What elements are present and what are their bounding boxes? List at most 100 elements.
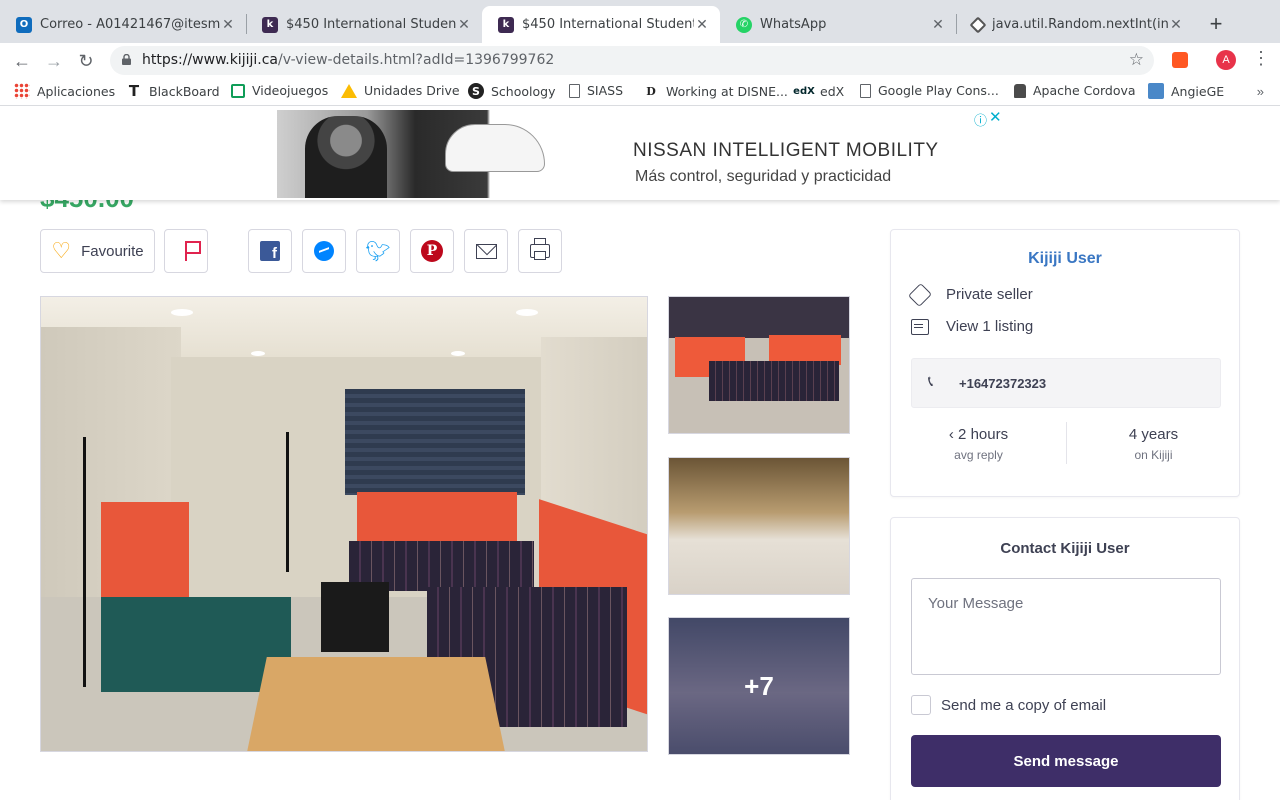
send-copy-checkbox[interactable] <box>911 695 931 715</box>
photo-floor-lamp <box>286 432 289 572</box>
new-tab-button[interactable]: + <box>1204 12 1228 36</box>
close-icon[interactable]: ✕ <box>930 17 946 33</box>
url-text: https://www.kijiji.ca/v-view-details.htm… <box>142 52 554 68</box>
bookmark-siass[interactable]: SIASS <box>569 83 623 98</box>
edx-icon: edX <box>793 85 815 97</box>
thumbnail-3[interactable]: +7 <box>668 617 850 755</box>
bookmark-videojuegos[interactable]: Videojuegos <box>231 83 328 98</box>
thumbnail-1[interactable] <box>668 296 850 434</box>
view-listings-link[interactable]: View 1 listing <box>911 318 1033 335</box>
bookmark-apps[interactable]: Aplicaciones <box>14 83 115 99</box>
photo-ceiling-light <box>251 351 265 356</box>
tab-title: $450 International Student Ho <box>286 17 456 32</box>
send-copy-label: Send me a copy of email <box>941 696 1107 714</box>
browser-toolbar: ← → ↻ https://www.kijiji.ca/v-view-detai… <box>0 43 1280 78</box>
send-copy-row[interactable]: Send me a copy of email <box>911 695 1106 715</box>
tab-kijiji-1[interactable]: k $450 International Student Ho ✕ <box>246 6 482 43</box>
main-listing-photo[interactable] <box>40 296 648 752</box>
url-host: https://www.kijiji.ca <box>142 52 278 68</box>
bookmark-blackboard[interactable]: T BlackBoard <box>126 82 220 100</box>
cordova-icon <box>1014 83 1026 98</box>
share-facebook-button[interactable]: f <box>248 229 292 273</box>
share-email-button[interactable] <box>464 229 508 273</box>
tab-java-docs[interactable]: java.util.Random.nextInt(int n) ✕ <box>956 6 1194 43</box>
nissan-ad[interactable]: NISSAN INTELLIGENT MOBILITY Más control,… <box>277 110 1003 198</box>
price-tag-icon <box>907 282 933 307</box>
report-button[interactable] <box>164 229 208 273</box>
tab-strip: O Correo - A01421467@itesm.m ✕ k $450 In… <box>0 0 1280 43</box>
close-icon[interactable]: ✕ <box>694 17 710 33</box>
bookmark-disney[interactable]: D Working at DISNE... <box>643 83 788 99</box>
bookmark-star-icon[interactable]: ☆ <box>1129 50 1144 70</box>
listing-icon <box>911 318 929 335</box>
contact-card: Contact Kijiji User Send me a copy of em… <box>890 517 1240 800</box>
share-messenger-button[interactable] <box>302 229 346 273</box>
bookmark-angiege[interactable]: AngieGE <box>1148 83 1224 99</box>
seller-name-link[interactable]: Kijiji User <box>891 250 1239 268</box>
back-arrow-icon[interactable]: ← <box>10 49 34 73</box>
seller-type-row: Private seller <box>907 282 1033 307</box>
send-message-button[interactable]: Send message <box>911 735 1221 787</box>
bookmark-google-play[interactable]: Google Play Cons... <box>860 83 999 98</box>
favourite-label: Favourite <box>81 242 144 260</box>
ad-brand-text: NISSAN INTELLIGENT MOBILITY <box>633 140 939 161</box>
bookmark-label: AngieGE <box>1171 83 1225 99</box>
facebook-icon: f <box>260 241 280 261</box>
bookmark-edx[interactable]: edX edX <box>793 83 845 99</box>
photo-floor-lamp <box>83 437 86 687</box>
tab-title: Correo - A01421467@itesm.m <box>40 17 220 32</box>
bookmark-label: Working at DISNE... <box>666 83 788 99</box>
photo-sofa-back <box>357 492 517 544</box>
share-twitter-button[interactable]: 🐦︎ <box>356 229 400 273</box>
phone-reveal-box[interactable]: 📞︎ +16472372323 <box>911 358 1221 408</box>
pinterest-icon: P <box>421 240 443 262</box>
flag-icon <box>185 241 201 261</box>
reply-time-stat: ‹ 2 hours avg reply <box>891 426 1066 462</box>
more-menu-icon[interactable]: ⋮ <box>1252 48 1270 69</box>
adchoices-icon[interactable]: ⓘ <box>974 110 987 129</box>
page-icon <box>569 83 580 98</box>
bookmark-label: BlackBoard <box>149 83 220 99</box>
bookmark-label: Videojuegos <box>252 83 329 98</box>
tab-kijiji-active[interactable]: k $450 International Student Ho ✕ <box>482 6 720 43</box>
sheets-icon <box>231 83 245 98</box>
more-photos-count: +7 <box>669 618 849 754</box>
schoology-icon: S <box>468 83 484 99</box>
extension-icon[interactable] <box>1172 52 1188 68</box>
close-icon[interactable]: ✕ <box>220 17 236 33</box>
print-button[interactable] <box>518 229 562 273</box>
view-listings-label: View 1 listing <box>946 318 1034 335</box>
reply-time-value: ‹ 2 hours <box>948 426 1009 443</box>
message-input[interactable] <box>911 578 1221 675</box>
photo-coffee-table <box>321 582 389 652</box>
close-icon[interactable]: ✕ <box>1168 17 1184 33</box>
bookmark-drive[interactable]: Unidades Drive <box>341 83 460 98</box>
contact-title: Contact Kijiji User <box>1000 540 1130 557</box>
bookmark-label: Aplicaciones <box>37 83 116 99</box>
phone-icon: 📞︎ <box>928 373 934 390</box>
kijiji-icon: k <box>262 16 278 33</box>
favourite-button[interactable]: ♡ Favourite <box>40 229 155 273</box>
whatsapp-icon: ✆ <box>736 16 752 33</box>
angiege-icon <box>1148 83 1164 99</box>
ad-banner: NISSAN INTELLIGENT MOBILITY Más control,… <box>0 107 1280 200</box>
forward-arrow-icon[interactable]: → <box>42 49 66 73</box>
bookmark-label: edX <box>820 83 845 99</box>
java-doc-icon <box>969 16 987 33</box>
bookmark-schoology[interactable]: S Schoology <box>468 83 555 99</box>
address-bar[interactable]: https://www.kijiji.ca/v-view-details.htm… <box>110 46 1154 75</box>
reload-icon[interactable]: ↻ <box>74 49 98 73</box>
profile-avatar[interactable]: A <box>1216 50 1236 70</box>
bookmark-cordova[interactable]: Apache Cordova <box>1014 83 1136 98</box>
thumbnail-2[interactable] <box>668 457 850 595</box>
bookmark-label: Schoology <box>491 83 556 99</box>
seller-type: Private seller <box>946 286 1033 303</box>
bookmark-label: Apache Cordova <box>1033 83 1136 98</box>
bookmarks-bar: Aplicaciones T BlackBoard Videojuegos Un… <box>0 78 1280 106</box>
tab-outlook[interactable]: O Correo - A01421467@itesm.m ✕ <box>0 6 246 43</box>
ad-close-icon[interactable]: ✕ <box>989 108 1002 126</box>
close-icon[interactable]: ✕ <box>456 17 472 33</box>
share-pinterest-button[interactable]: P <box>410 229 454 273</box>
bookmarks-overflow-chevron-icon[interactable]: » <box>1257 84 1264 99</box>
tab-whatsapp[interactable]: ✆ WhatsApp ✕ <box>720 6 956 43</box>
